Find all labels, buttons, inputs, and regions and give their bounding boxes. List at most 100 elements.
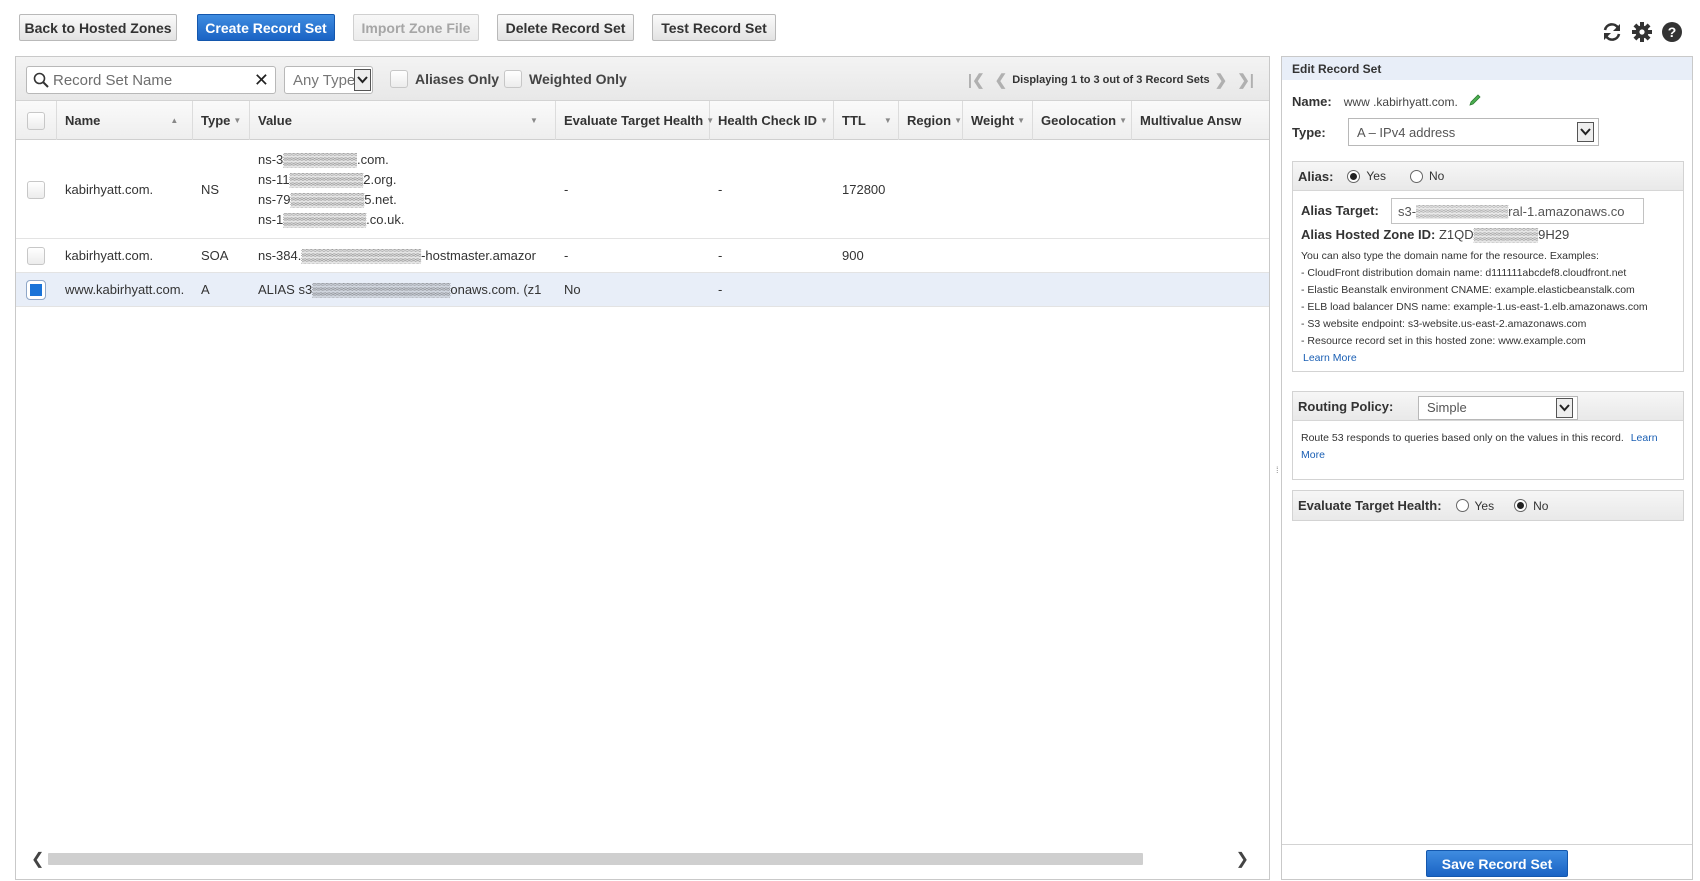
column-header-evaluate-target-health[interactable]: Evaluate Target Health ▼ [556, 101, 714, 140]
learn-more-link[interactable]: Learn More [1301, 350, 1648, 367]
gear-icon[interactable] [1631, 21, 1653, 43]
example-item: - Elastic Beanstalk environment CNAME: e… [1301, 284, 1635, 296]
column-header-ttl[interactable]: TTL ▼ [834, 101, 899, 140]
column-header-name[interactable]: Name ▲ [57, 101, 193, 140]
record-value: ALIAS s3▒▒▒▒▒▒▒▒▒▒▒▒▒▒▒onaws.com. (z1 [258, 282, 542, 297]
record-evaluate-target-health: No [564, 282, 581, 297]
column-header-weight[interactable]: Weight ▼ [963, 101, 1033, 140]
record-ttl [834, 273, 899, 306]
type-label: Type: [1292, 125, 1326, 140]
chevron-down-icon [354, 69, 371, 91]
table-row-selected[interactable]: www.kabirhyatt.com. A ALIAS s3▒▒▒▒▒▒▒▒▒▒… [16, 273, 1269, 307]
alias-hosted-zone-value: Z1QD▒▒▒▒▒▒▒9H29 [1438, 227, 1570, 242]
radio-selected-icon [1347, 169, 1361, 183]
aliases-only-checkbox[interactable] [390, 70, 408, 88]
column-label: Value [258, 113, 292, 128]
select-all-checkbox[interactable] [27, 111, 45, 130]
column-header-type[interactable]: Type ▼ [193, 101, 250, 140]
previous-page-icon[interactable]: ❮ [995, 71, 1008, 89]
routing-more-link[interactable]: More [1301, 449, 1325, 461]
column-header-health-check-id[interactable]: Health Check ID ▼ [710, 101, 834, 140]
alias-hosted-zone-row: Alias Hosted Zone ID: Z1QD▒▒▒▒▒▒▒9H29 [1301, 227, 1569, 242]
weighted-only-filter[interactable]: Weighted Only [504, 70, 627, 88]
record-name: kabirhyatt.com. [65, 182, 154, 197]
last-page-icon[interactable]: ❯| [1237, 71, 1254, 89]
scrollbar-thumb[interactable] [48, 853, 1143, 865]
record-sets-panel: ✕ Any Type Aliases Only Weighted Only |❮… [15, 56, 1270, 880]
column-header-value[interactable]: Value ▼ [250, 101, 556, 140]
clear-search-icon[interactable]: ✕ [254, 71, 269, 89]
column-label: Evaluate Target Health [564, 113, 704, 128]
svg-text:?: ? [1668, 24, 1677, 40]
record-health-check-id: - [718, 282, 723, 297]
example-item: - Resource record set in this hosted zon… [1301, 335, 1586, 347]
record-ttl: 172800 [842, 182, 886, 197]
column-header-region[interactable]: Region ▼ [899, 101, 963, 140]
column-label: Geolocation [1041, 113, 1117, 128]
first-page-icon[interactable]: |❮ [968, 71, 985, 89]
record-evaluate-target-health: - [564, 182, 569, 197]
save-record-set-button[interactable]: Save Record Set [1426, 850, 1568, 877]
scroll-left-icon[interactable]: ❮ [31, 849, 44, 869]
import-zone-file-button[interactable]: Import Zone File [353, 14, 479, 41]
column-header-geolocation[interactable]: Geolocation ▼ [1033, 101, 1132, 140]
routing-policy-label: Routing Policy: [1298, 398, 1394, 414]
type-filter-select[interactable]: Any Type [284, 66, 373, 94]
record-type: A [201, 282, 210, 297]
row-checkbox-checked[interactable] [26, 279, 46, 300]
alias-label: Alias: [1298, 168, 1334, 184]
chevron-down-icon: ▼ [1017, 116, 1026, 125]
record-type-select[interactable]: A – IPv4 address [1348, 118, 1599, 146]
weighted-only-checkbox[interactable] [504, 70, 522, 88]
create-record-set-button[interactable]: Create Record Set [197, 14, 335, 41]
routing-policy-section: Routing Policy: Simple Route 53 responds… [1292, 391, 1684, 480]
record-value-line: ns-1▒▒▒▒▒▒▒▒▒.co.uk. [258, 211, 405, 227]
routing-learn-link[interactable]: Learn [1631, 432, 1658, 444]
test-record-set-button[interactable]: Test Record Set [652, 14, 776, 41]
pencil-icon[interactable] [1468, 93, 1482, 110]
table-header: Name ▲ Type ▼ Value ▼ Evaluate Target Healt… [16, 101, 1269, 140]
refresh-icon[interactable] [1601, 21, 1623, 43]
evaluate-yes-radio[interactable]: Yes [1455, 499, 1494, 513]
back-to-hosted-zones-button[interactable]: Back to Hosted Zones [19, 14, 177, 41]
record-value-line: ns-11▒▒▒▒▒▒▒▒2.org. [258, 171, 397, 187]
alias-yes-radio[interactable]: Yes [1347, 169, 1386, 183]
chevron-down-icon: ▼ [883, 116, 892, 125]
chevron-down-icon [1556, 398, 1573, 418]
record-value-line: ns-79▒▒▒▒▒▒▒▒5.net. [258, 191, 397, 207]
select-all-header [16, 101, 57, 140]
record-value: ns-384.▒▒▒▒▒▒▒▒▒▒▒▒▒-hostmaster.amazor [258, 248, 536, 263]
horizontal-scrollbar[interactable]: ❮ ❯ [16, 849, 1269, 869]
search-icon [33, 72, 49, 91]
column-label: Weight [971, 113, 1015, 128]
alias-target-input[interactable] [1391, 198, 1644, 224]
next-page-icon[interactable]: ❯ [1215, 71, 1228, 89]
row-checkbox[interactable] [27, 246, 45, 265]
column-header-multivalue-answer[interactable]: Multivalue Answ [1132, 101, 1269, 140]
row-select-cell [16, 273, 57, 306]
column-label: Type [201, 113, 231, 128]
record-health-check-id: - [718, 248, 723, 263]
delete-record-set-button[interactable]: Delete Record Set [497, 14, 634, 41]
evaluate-target-health-label: Evaluate Target Health: [1298, 498, 1442, 513]
aliases-only-filter[interactable]: Aliases Only [390, 70, 499, 88]
row-checkbox[interactable] [27, 180, 45, 199]
routing-policy-select[interactable]: Simple [1418, 396, 1578, 420]
evaluate-no-radio[interactable]: No [1514, 499, 1548, 513]
column-label: Region [907, 113, 952, 128]
evaluate-target-health-header: Evaluate Target Health: Yes No [1293, 491, 1683, 520]
help-icon[interactable]: ? [1661, 21, 1683, 43]
chevron-down-icon: ▼ [233, 116, 242, 125]
edit-record-set-panel: Edit Record Set Name: www .kabirhyatt.co… [1281, 56, 1693, 880]
alias-hosted-zone-label: Alias Hosted Zone ID: [1301, 227, 1436, 242]
record-set-name-search-input[interactable] [51, 70, 251, 90]
chevron-down-icon: ▼ [1119, 116, 1128, 125]
alias-no-radio[interactable]: No [1409, 169, 1444, 183]
name-label: Name: [1292, 94, 1332, 109]
table-row[interactable]: kabirhyatt.com. SOA ns-384.▒▒▒▒▒▒▒▒▒▒▒▒▒… [16, 239, 1269, 273]
row-select-cell [16, 141, 57, 238]
scroll-right-icon[interactable]: ❯ [1236, 849, 1249, 869]
alias-header: Alias: Yes No [1293, 162, 1683, 191]
table-row[interactable]: kabirhyatt.com. NS ns-3▒▒▒▒▒▒▒▒.com. ns-… [16, 141, 1269, 239]
record-name: www.kabirhyatt.com. [65, 282, 185, 297]
